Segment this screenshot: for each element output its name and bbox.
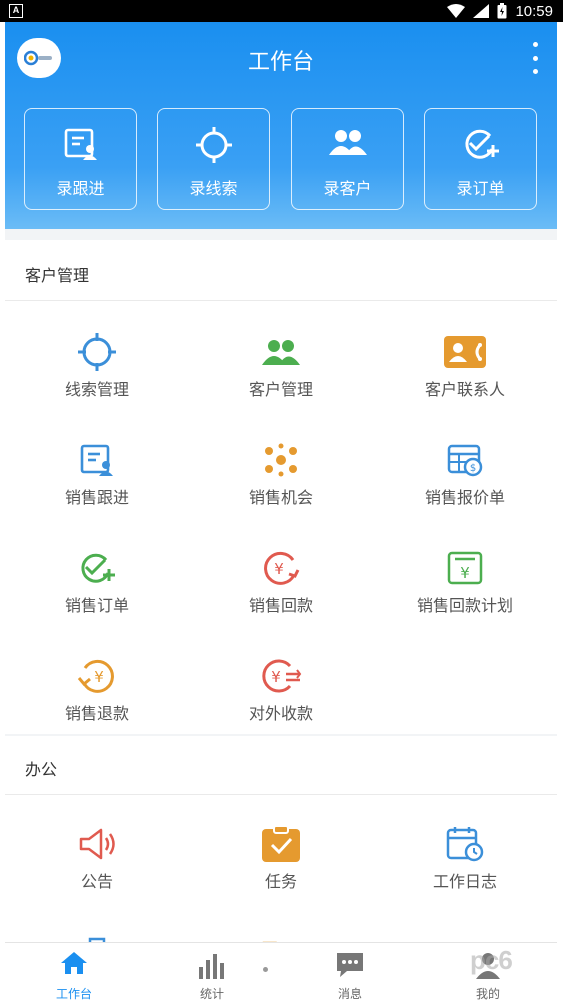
page-title: 工作台 bbox=[247, 50, 314, 75]
svg-text:$: $ bbox=[470, 463, 476, 474]
status-bar: A 10:59 bbox=[0, 0, 563, 22]
payment-icon: ¥ bbox=[264, 551, 300, 585]
customer-management-section: 客户管理 线索管理 客户管理 客户联系人 销售跟进 销售机会 $ 销售报价单 销… bbox=[5, 240, 557, 734]
calendar-clock-icon bbox=[446, 827, 484, 862]
header: 工作台 录跟进 录线索 录客户 录订单 bbox=[5, 22, 557, 229]
check-plus-icon bbox=[81, 553, 115, 583]
dot-indicator bbox=[263, 967, 268, 972]
people-icon bbox=[262, 340, 300, 365]
people-icon bbox=[328, 130, 367, 155]
payment-plan-icon: ¥ bbox=[447, 551, 483, 585]
tab-statistics[interactable]: 统计 bbox=[143, 943, 281, 1001]
task-icon bbox=[262, 826, 300, 862]
refund-icon: ¥ bbox=[77, 659, 114, 693]
grid-item-sales-payment[interactable]: ¥ 销售回款 bbox=[189, 540, 373, 648]
clock: 10:59 bbox=[515, 2, 553, 20]
battery-icon bbox=[497, 3, 507, 19]
grid-item-sales-payment-plan[interactable]: ¥ 销售回款计划 bbox=[373, 540, 557, 648]
office-section: 办公 公告 任务 工作日志 bbox=[5, 736, 557, 942]
signal-icon bbox=[473, 4, 490, 18]
follow-up-icon bbox=[80, 444, 113, 476]
grid-item-sales-order[interactable]: 销售订单 bbox=[5, 540, 189, 648]
section-title: 办公 bbox=[25, 760, 58, 779]
grid-item-partial-org[interactable] bbox=[5, 928, 189, 942]
grid-item-announcement[interactable]: 公告 bbox=[5, 816, 189, 924]
svg-text:¥: ¥ bbox=[94, 668, 104, 686]
app-window: 工作台 录跟进 录线索 录客户 录订单 客户管理 线索管理 客户管理 客户联系人… bbox=[5, 22, 557, 1001]
svg-text:¥: ¥ bbox=[271, 668, 281, 686]
grid-item-customer-contacts[interactable]: 客户联系人 bbox=[373, 324, 557, 432]
target-icon bbox=[78, 333, 116, 371]
grid-item-partial-folder[interactable] bbox=[189, 928, 373, 942]
grid-item-sales-follow-up[interactable]: 销售跟进 bbox=[5, 432, 189, 540]
follow-up-icon bbox=[64, 128, 97, 160]
watermark: pc6 bbox=[470, 945, 513, 975]
check-plus-icon bbox=[464, 129, 499, 159]
grid-item-work-log[interactable]: 工作日志 bbox=[373, 816, 557, 924]
target-icon bbox=[195, 127, 232, 163]
tab-workbench[interactable]: 工作台 bbox=[5, 943, 143, 1001]
quick-record-lead-button[interactable]: 录线索 bbox=[157, 108, 270, 210]
svg-text:¥: ¥ bbox=[274, 560, 284, 578]
grid-item-sales-quote[interactable]: $ 销售报价单 bbox=[373, 432, 557, 540]
grid-item-customer-management[interactable]: 客户管理 bbox=[189, 324, 373, 432]
quote-icon: $ bbox=[447, 444, 483, 477]
notification-a-icon: A bbox=[9, 4, 23, 18]
section-title: 客户管理 bbox=[25, 266, 90, 285]
grid-item-lead-management[interactable]: 线索管理 bbox=[5, 324, 189, 432]
more-menu-icon[interactable] bbox=[531, 42, 539, 74]
quick-record-follow-up-button[interactable]: 录跟进 bbox=[24, 108, 137, 210]
bar-chart-icon bbox=[199, 954, 224, 979]
grid-item-task[interactable]: 任务 bbox=[189, 816, 373, 924]
quick-record-order-button[interactable]: 录订单 bbox=[424, 108, 537, 210]
svg-text:¥: ¥ bbox=[460, 564, 470, 582]
megaphone-icon bbox=[79, 828, 115, 860]
tab-messages[interactable]: 消息 bbox=[281, 943, 419, 1001]
quick-record-customer-button[interactable]: 录客户 bbox=[291, 108, 404, 210]
grid-item-sales-opportunity[interactable]: 销售机会 bbox=[189, 432, 373, 540]
collection-icon: ¥ bbox=[262, 659, 302, 693]
opportunity-icon bbox=[265, 443, 297, 477]
message-icon bbox=[337, 953, 363, 977]
contact-card-icon bbox=[444, 336, 486, 368]
wifi-icon bbox=[447, 4, 466, 18]
home-icon bbox=[61, 952, 87, 974]
